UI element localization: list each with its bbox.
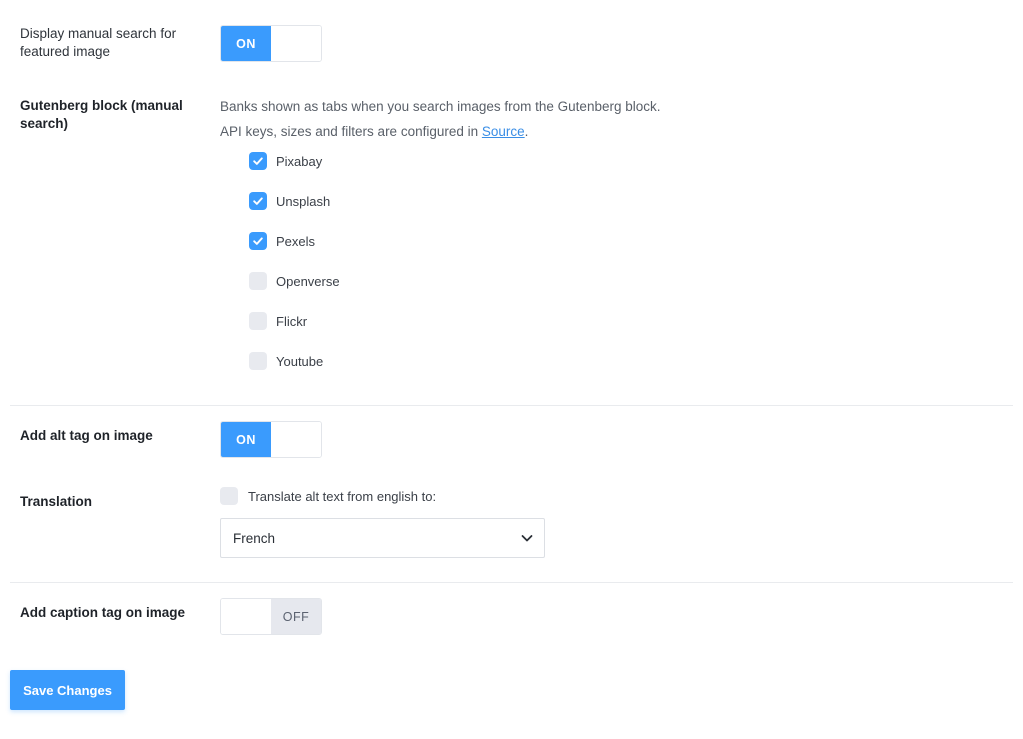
gutenberg-label: Gutenberg block (manual search) (20, 98, 183, 131)
checkmark-icon (253, 197, 263, 205)
bank-label: Openverse (276, 273, 340, 289)
language-select[interactable]: French (220, 518, 545, 558)
bank-checkbox-row[interactable]: Pixabay (249, 151, 322, 171)
bank-checkbox-row[interactable]: Unsplash (249, 191, 330, 211)
toggle-blank (221, 599, 271, 634)
toggle-on-state: ON (221, 422, 271, 457)
save-changes-button[interactable]: Save Changes (10, 670, 125, 710)
bank-checkbox[interactable] (249, 192, 267, 210)
caption-tag-label: Add caption tag on image (20, 605, 186, 620)
bank-checkbox-row[interactable]: Flickr (249, 311, 307, 331)
bank-checkbox-row[interactable]: Youtube (249, 351, 323, 371)
language-select-value: French (233, 530, 276, 546)
toggle-off-state: OFF (271, 599, 321, 634)
gutenberg-config-note: API keys, sizes and filters are configur… (220, 123, 528, 141)
bank-checkbox[interactable] (249, 232, 267, 250)
translate-checkbox-row[interactable]: Translate alt text from english to: (220, 486, 436, 506)
bank-label: Unsplash (276, 193, 331, 209)
chevron-down-icon (521, 535, 533, 542)
bank-label: Pexels (276, 233, 316, 249)
bank-checkbox-row[interactable]: Openverse (249, 271, 340, 291)
manual-search-toggle[interactable]: ON (220, 25, 322, 62)
divider (10, 405, 1013, 406)
bank-label: Pixabay (276, 153, 323, 169)
alt-tag-toggle[interactable]: ON (220, 421, 322, 458)
translate-checkbox-label: Translate alt text from english to: (248, 488, 437, 504)
bank-checkbox[interactable] (249, 352, 267, 370)
translate-checkbox[interactable] (220, 487, 238, 505)
settings-page: Display manual search for featured image… (0, 0, 1023, 739)
toggle-on-state: ON (221, 26, 271, 61)
source-link[interactable]: Source (482, 124, 525, 139)
bank-checkbox-row[interactable]: Pexels (249, 231, 315, 251)
caption-tag-toggle[interactable]: OFF (220, 598, 322, 635)
checkmark-icon (253, 237, 263, 245)
bank-checkbox[interactable] (249, 152, 267, 170)
config-note-suffix: . (524, 124, 529, 139)
checkmark-icon (253, 157, 263, 165)
bank-label: Flickr (276, 313, 308, 329)
config-note-prefix: API keys, sizes and filters are configur… (220, 124, 482, 139)
manual-search-label: Display manual search for featured image (20, 26, 177, 59)
bank-checkbox[interactable] (249, 272, 267, 290)
bank-label: Youtube (276, 353, 324, 369)
toggle-blank (271, 422, 321, 457)
bank-checkbox[interactable] (249, 312, 267, 330)
toggle-blank (271, 26, 321, 61)
gutenberg-description: Banks shown as tabs when you search imag… (220, 99, 661, 114)
translation-label: Translation (20, 494, 93, 509)
alt-tag-label: Add alt tag on image (20, 428, 153, 443)
divider (10, 582, 1013, 583)
